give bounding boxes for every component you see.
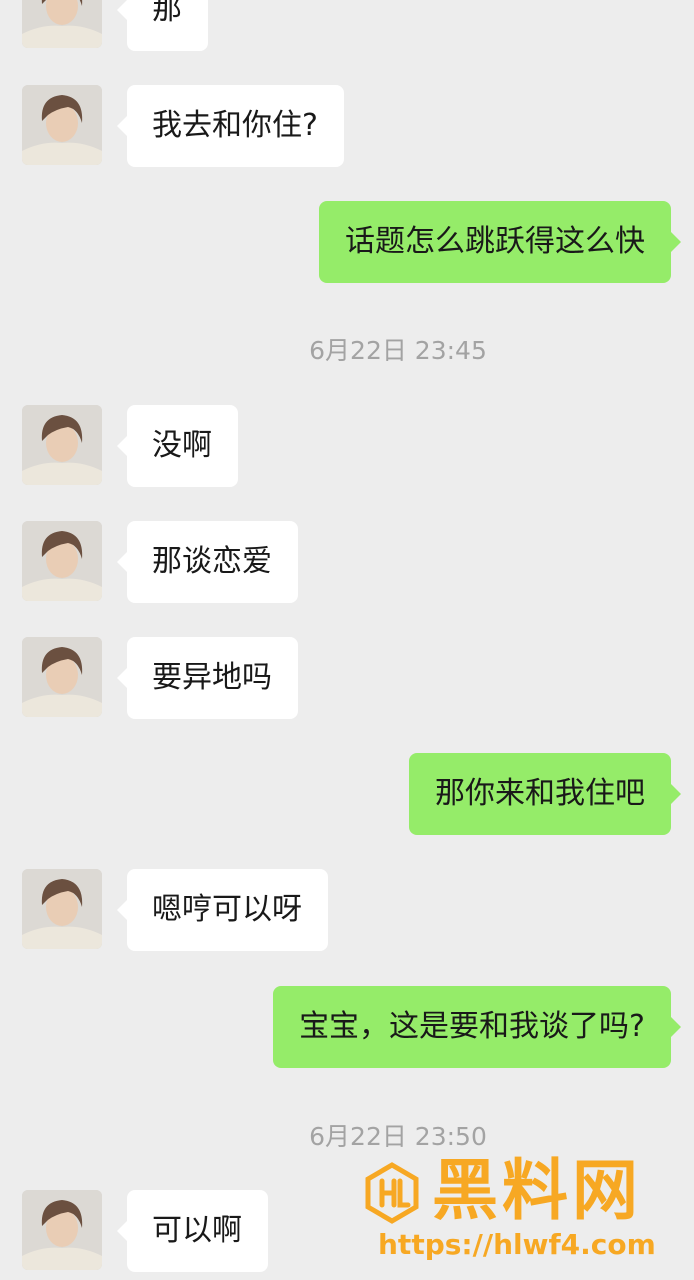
watermark-url: https://hlwf4.com [378,1228,656,1261]
message-bubble-received: 那谈恋爱 [117,521,298,603]
contact-avatar[interactable] [22,637,102,717]
contact-avatar[interactable] [22,521,102,601]
avatar-photo-icon [22,869,102,949]
avatar-photo-icon [22,637,102,717]
watermark-title: 黑料网 [432,1152,642,1229]
message-bubble-received: 嗯哼可以呀 [117,869,328,951]
chat-conversation: 那 我去和你住? 话题怎么跳跃得这么快 6月22日 23:45 没啊 那谈恋爱 … [0,0,694,1280]
hl-logo-icon [365,1162,419,1224]
message-bubble-received: 没啊 [117,405,238,487]
message-bubble-sent: 宝宝，这是要和我谈了吗? [273,986,681,1068]
avatar-photo-icon [22,85,102,165]
avatar-photo-icon [22,521,102,601]
avatar-photo-icon [22,1190,102,1270]
contact-avatar[interactable] [22,85,102,165]
message-bubble-sent: 那你来和我住吧 [409,753,681,835]
message-bubble-received: 我去和你住? [117,85,344,167]
timestamp: 6月22日 23:50 [309,1122,487,1151]
contact-avatar[interactable] [22,1190,102,1270]
message-bubble-sent: 话题怎么跳跃得这么快 [319,201,681,283]
contact-avatar[interactable] [22,0,102,48]
message-bubble-received: 那 [117,0,208,51]
avatar-photo-icon [22,0,102,48]
contact-avatar[interactable] [22,869,102,949]
timestamp: 6月22日 23:45 [309,336,487,365]
watermark: 黑料网 https://hlwf4.com [360,1152,680,1270]
message-bubble-received: 可以啊 [117,1190,268,1272]
message-bubble-received: 要异地吗 [117,637,298,719]
contact-avatar[interactable] [22,405,102,485]
avatar-photo-icon [22,405,102,485]
